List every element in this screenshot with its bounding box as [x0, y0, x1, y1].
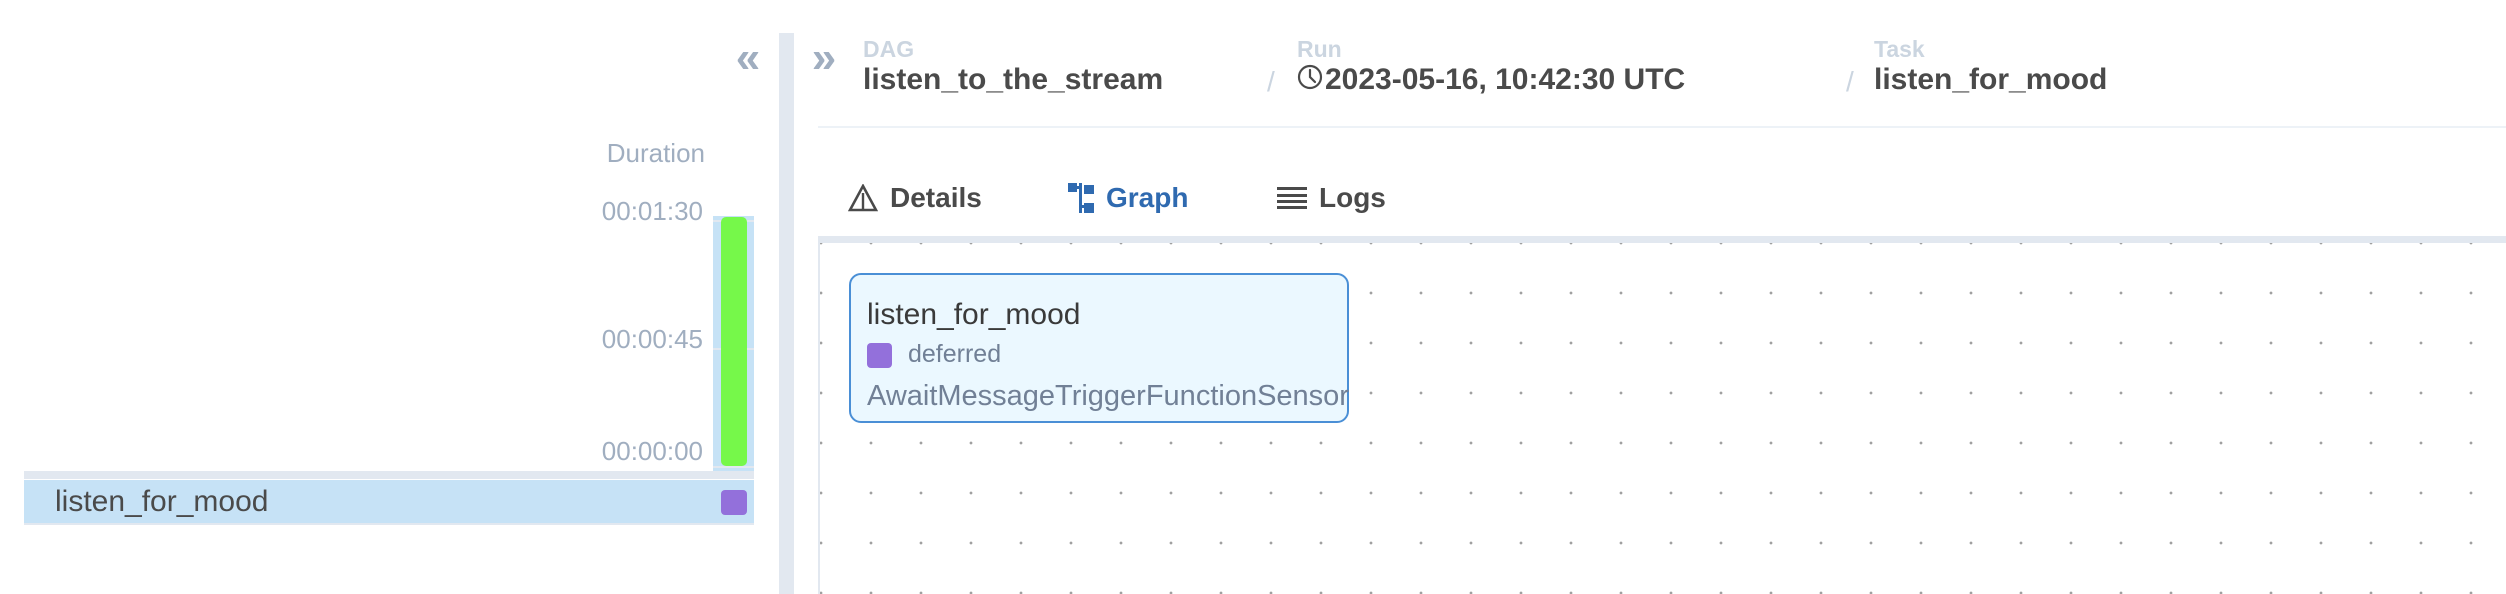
- tab-details-label: Details: [890, 182, 982, 213]
- warning-triangle-icon: [848, 184, 878, 212]
- node-task-id: listen_for_mood: [867, 298, 1081, 331]
- duration-tick-mid: 00:00:45: [601, 324, 703, 354]
- double-chevron-left-icon: «: [735, 33, 761, 82]
- breadcrumb-separator: /: [1267, 66, 1275, 97]
- breadcrumb-run: Run 2023-05-16, 10:42:30 UTC: [1297, 36, 1685, 98]
- node-operator: AwaitMessageTriggerFunctionSensor: [867, 380, 1349, 412]
- double-chevron-right-icon: »: [811, 33, 837, 82]
- list-lines-icon: [1277, 187, 1307, 209]
- task-row[interactable]: listen_for_mood: [24, 480, 754, 525]
- details-tabs: Details Graph Logs: [818, 160, 2506, 242]
- graph-task-node[interactable]: listen_for_mood deferred AwaitMessageTri…: [849, 273, 1349, 423]
- tab-graph-label: Graph: [1106, 182, 1189, 213]
- panel-resize-handle[interactable]: [779, 33, 794, 594]
- node-status-text: deferred: [908, 340, 1002, 368]
- graph-icon: [1068, 183, 1094, 213]
- breadcrumb-run-value: 2023-05-16, 10:42:30 UTC: [1325, 63, 1686, 96]
- breadcrumb-dag-label: DAG: [863, 36, 915, 62]
- node-status-square: [867, 343, 892, 368]
- breadcrumb-run-link[interactable]: 2023-05-16, 10:42:30 UTC: [1297, 62, 1685, 98]
- breadcrumb-task: Task listen_for_mood: [1874, 36, 2107, 98]
- duration-header: Duration: [606, 138, 705, 168]
- breadcrumb-dag-link[interactable]: listen_to_the_stream: [863, 62, 1163, 98]
- tab-graph[interactable]: Graph: [1035, 160, 1242, 236]
- duration-tick-zero: 00:00:00: [601, 436, 703, 466]
- tab-logs-label: Logs: [1319, 182, 1386, 213]
- clock-icon: [1297, 64, 1323, 90]
- task-instance-status-square[interactable]: [721, 490, 747, 515]
- expand-details-button[interactable]: »: [806, 36, 842, 80]
- task-row-label: listen_for_mood: [55, 485, 269, 518]
- gridline: [713, 466, 754, 468]
- collapse-grid-button[interactable]: «: [730, 36, 766, 80]
- duration-tick-max: 00:01:30: [601, 196, 703, 226]
- airflow-grid-view: « Duration 00:01:30 00:00:45 00:00:00 li…: [0, 0, 2506, 594]
- tab-logs[interactable]: Logs: [1277, 160, 1386, 236]
- breadcrumb-task-label: Task: [1874, 36, 1925, 62]
- breadcrumb-task-link[interactable]: listen_for_mood: [1874, 62, 2107, 98]
- breadcrumb-run-label: Run: [1297, 36, 1342, 62]
- row-separator: [24, 471, 754, 479]
- header-divider: [818, 126, 2506, 128]
- breadcrumb-separator: /: [1846, 66, 1854, 97]
- breadcrumb-dag: DAG listen_to_the_stream: [863, 36, 1163, 98]
- dag-run-duration-bar[interactable]: [721, 217, 747, 466]
- tab-details[interactable]: Details: [848, 160, 982, 236]
